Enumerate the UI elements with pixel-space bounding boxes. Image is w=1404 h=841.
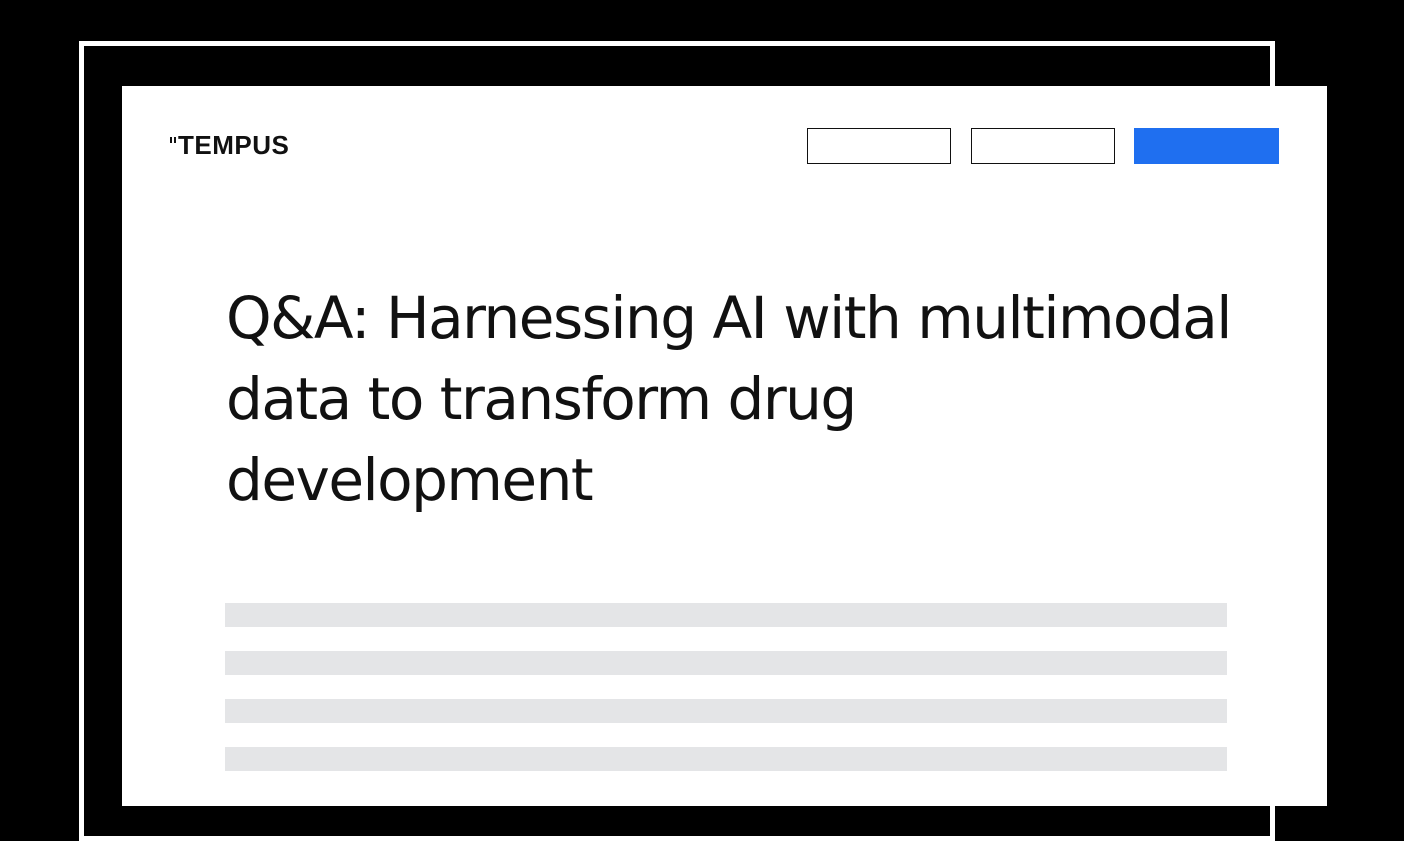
text-placeholder-line [225, 651, 1227, 675]
text-placeholder-line [225, 747, 1227, 771]
primary-cta-button[interactable] [1134, 128, 1279, 164]
nav-button-1[interactable] [807, 128, 951, 164]
logo-text: TEMPUS [178, 129, 290, 160]
article-title: Q&A: Harnessing AI with multimodal data … [226, 284, 1232, 514]
tempus-logo[interactable]: TEMPUS [170, 130, 289, 160]
nav-button-2[interactable] [971, 128, 1115, 164]
text-placeholder-line [225, 699, 1227, 723]
tempus-tick-marks-icon [170, 135, 177, 155]
webpage-card: TEMPUS Q&A: Harnessing AI with multimoda… [122, 86, 1327, 806]
text-placeholder-line [225, 603, 1227, 627]
